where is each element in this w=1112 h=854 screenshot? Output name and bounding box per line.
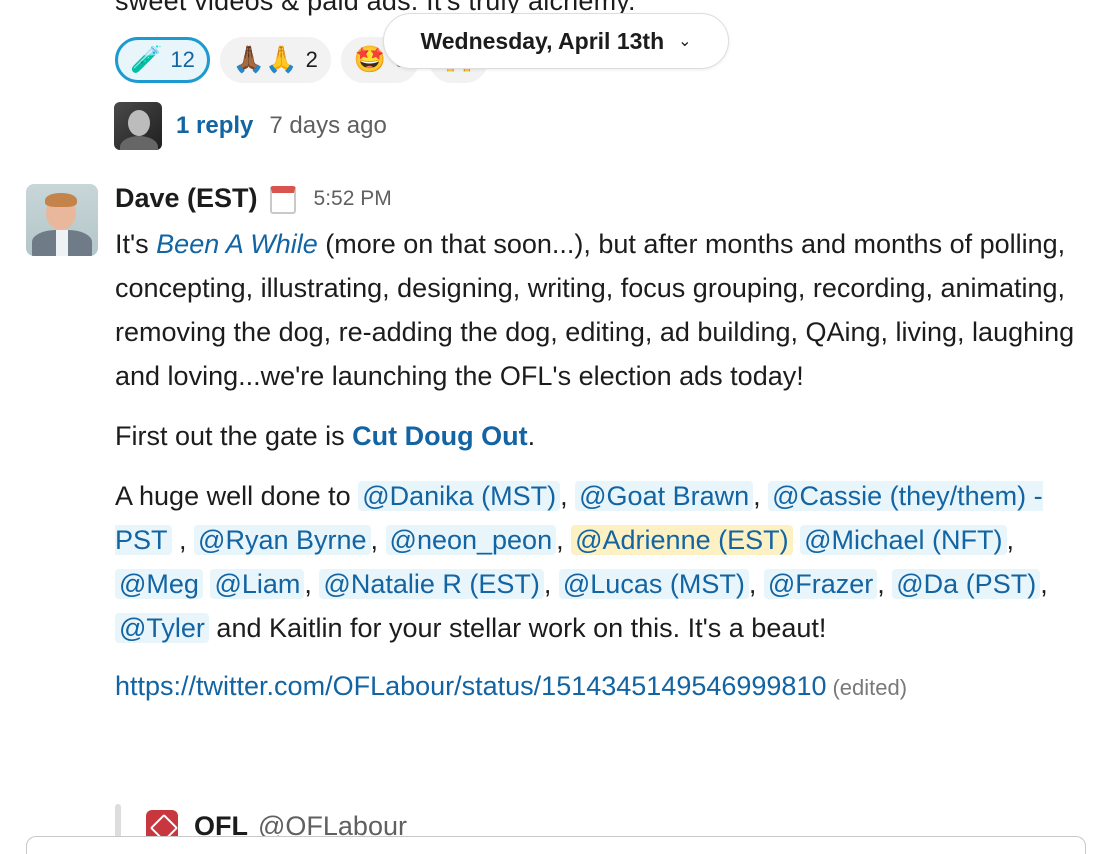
- chevron-down-icon: ⌄: [678, 33, 692, 50]
- date-divider-label: Wednesday, April 13th: [420, 27, 665, 54]
- cut-doug-out-link[interactable]: Cut Doug Out: [352, 421, 527, 451]
- reply-time: 7 days ago: [269, 112, 387, 139]
- message-composer[interactable]: [26, 836, 1086, 854]
- test-tube-emoji-icon: 🧪: [130, 45, 163, 75]
- calendar-icon[interactable]: [268, 184, 298, 214]
- star-struck-emoji-icon: 🤩: [353, 45, 387, 75]
- message-paragraph: First out the gate is Cut Doug Out.: [115, 414, 1080, 458]
- user-mention[interactable]: @Tyler: [115, 613, 209, 643]
- message-paragraph: It's Been A While (more on that soon...)…: [115, 222, 1080, 398]
- message-paragraph: A huge well done to @Danika (MST), @Goat…: [115, 481, 1048, 643]
- user-mention[interactable]: @Danika (MST): [358, 481, 561, 511]
- pray-emoji-icon: 🙏🏾🙏: [232, 45, 298, 75]
- text: and Kaitlin for your stellar work on thi…: [208, 613, 827, 643]
- edited-label: (edited): [832, 675, 908, 700]
- text: .: [527, 421, 536, 451]
- reaction-count: 2: [305, 47, 318, 72]
- user-mention[interactable]: @neon_peon: [385, 525, 557, 555]
- text: First out the gate is: [115, 421, 353, 451]
- reaction-test-tube[interactable]: 🧪 12: [115, 37, 210, 83]
- reply-avatar: [114, 102, 162, 150]
- user-mention[interactable]: @Liam: [210, 569, 305, 599]
- user-mention[interactable]: @Natalie R (EST): [319, 569, 544, 599]
- text: A huge well done to: [115, 481, 359, 511]
- message-timestamp[interactable]: 5:52 PM: [314, 187, 392, 211]
- text: It's: [115, 229, 157, 259]
- user-mention[interactable]: @Goat Brawn: [575, 481, 754, 511]
- message-header: Dave (EST) 5:52 PM: [115, 183, 392, 214]
- self-mention[interactable]: @Adrienne (EST): [571, 525, 793, 555]
- user-mention[interactable]: @Da (PST): [892, 569, 1041, 599]
- message-body: It's Been A While (more on that soon...)…: [115, 222, 1080, 710]
- sender-name[interactable]: Dave (EST): [115, 183, 258, 214]
- user-mention[interactable]: @Ryan Byrne: [194, 525, 371, 555]
- tweet-url-link[interactable]: https://twitter.com/OFLabour/status/1514…: [115, 671, 826, 701]
- user-mention[interactable]: @Frazer: [763, 569, 878, 599]
- avatar[interactable]: [26, 184, 98, 256]
- thread-summary[interactable]: 1 reply 7 days ago: [114, 102, 387, 150]
- reaction-pray[interactable]: 🙏🏾🙏 2: [219, 37, 331, 83]
- reply-count-link[interactable]: 1 reply: [176, 112, 253, 140]
- user-mention[interactable]: @Meg: [115, 569, 203, 599]
- user-mention[interactable]: @Lucas (MST): [558, 569, 749, 599]
- message-paragraph: https://twitter.com/OFLabour/status/1514…: [115, 664, 1080, 710]
- reaction-count: 12: [170, 47, 195, 72]
- date-divider-button[interactable]: Wednesday, April 13th ⌄: [383, 13, 729, 69]
- user-mention[interactable]: @Michael (NFT): [800, 525, 1007, 555]
- been-a-while-link[interactable]: Been A While: [156, 229, 318, 259]
